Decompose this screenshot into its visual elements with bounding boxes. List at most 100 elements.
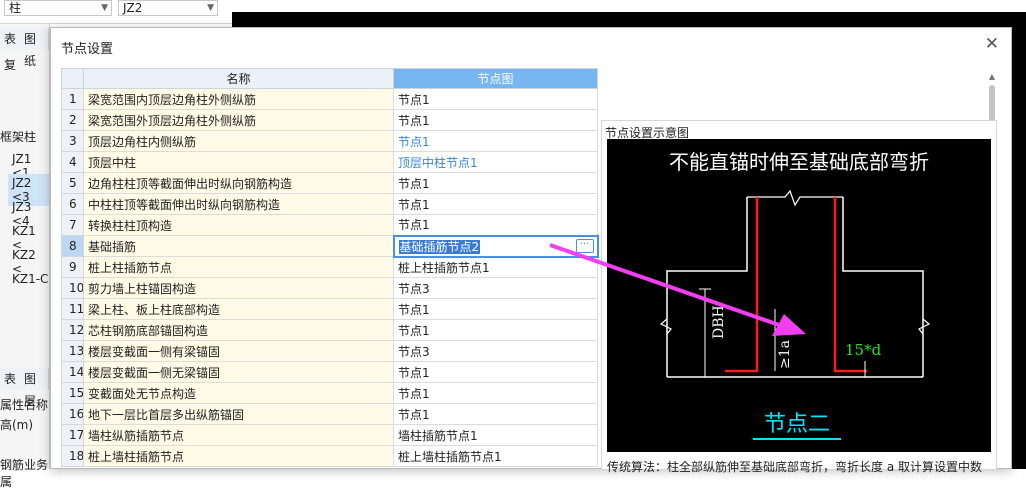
tab-drawing[interactable]: 图纸: [20, 28, 49, 68]
row-node-value[interactable]: 节点1: [393, 172, 598, 194]
row-name[interactable]: 中柱柱顶等截面伸出时纵向钢筋构造: [83, 193, 394, 215]
row-index[interactable]: 10: [61, 277, 84, 299]
left-break-mark: [659, 318, 672, 335]
table-row[interactable]: 18 桩上墙柱插筋节点 桩上墙柱插筋节点1: [61, 445, 598, 467]
row-node-value[interactable]: 节点1: [393, 382, 598, 404]
row-name[interactable]: 梁宽范围内顶层边角柱外侧纵筋: [83, 88, 394, 110]
tab-properties[interactable]: 表: [0, 368, 22, 390]
row-name[interactable]: 梁宽范围外顶层边角柱外侧纵筋: [83, 109, 394, 131]
column-header-node[interactable]: 节点图: [393, 68, 598, 89]
table-row[interactable]: 16 地下一层比首层多出纵筋锚固 节点1: [61, 403, 598, 425]
row-name[interactable]: 墙柱纵筋插筋节点: [83, 424, 394, 446]
row-name[interactable]: 变截面处无节点构造: [83, 382, 394, 404]
row-index[interactable]: 13: [61, 340, 84, 362]
row-index[interactable]: 9: [61, 256, 84, 278]
ellipsis-button[interactable]: ···: [575, 238, 594, 253]
component-name-combo[interactable]: JZ2 ▼: [118, 0, 218, 16]
row-name[interactable]: 芯柱钢筋底部锚固构造: [83, 319, 394, 341]
component-type-combo[interactable]: 柱 ▼: [4, 0, 112, 16]
row-name[interactable]: 顶层中柱: [83, 151, 394, 173]
tree-group-frame-column[interactable]: 框架柱: [0, 128, 36, 145]
row-index[interactable]: 7: [61, 214, 84, 236]
row-node-value[interactable]: 节点1: [393, 88, 598, 110]
table-row[interactable]: 1 梁宽范围内顶层边角柱外侧纵筋 节点1: [61, 88, 598, 110]
left-panel: 表 图纸 复 框架柱 JZ1 <1 JZ2 <3 JZ3 <4 KZ1 < KZ…: [0, 24, 50, 489]
row-node-value[interactable]: 节点1: [393, 298, 598, 320]
row-name[interactable]: 桩上墙柱插筋节点: [83, 445, 394, 467]
node-settings-table: 名称 节点图 1 梁宽范围内顶层边角柱外侧纵筋 节点1 2 梁宽范围外顶层边角柱外侧纵筋…: [61, 68, 599, 467]
table-row[interactable]: 2 梁宽范围外顶层边角柱外侧纵筋 节点1: [61, 109, 598, 131]
row-name[interactable]: 基础插筋: [83, 235, 394, 257]
row-index[interactable]: 2: [61, 109, 84, 131]
row-node-value[interactable]: 节点1: [393, 214, 598, 236]
table-row[interactable]: 13 楼层变截面一侧有梁锚固 节点3: [61, 340, 598, 362]
tab-table[interactable]: 表: [0, 28, 22, 50]
tree-item[interactable]: KZ1-C: [12, 272, 48, 286]
column-break-mark: [747, 189, 843, 207]
row-name[interactable]: 梁上柱、板上柱底部构造: [83, 298, 394, 320]
component-type-value: 柱: [9, 1, 22, 15]
table-row[interactable]: 9 桩上柱插筋节点 桩上柱插筋节点1: [61, 256, 598, 278]
row-name[interactable]: 楼层变截面一侧无梁锚固: [83, 361, 394, 383]
row-node-value[interactable]: 节点1: [393, 130, 598, 152]
diagram-title: 不能直锚时伸至基础底部弯折: [669, 150, 929, 174]
table-row[interactable]: 8 基础插筋 基础插筋节点2 ···: [61, 234, 599, 258]
row-node-cell[interactable]: 基础插筋节点2 ···: [392, 234, 599, 258]
row-node-value[interactable]: 桩上墙柱插筋节点1: [393, 445, 598, 467]
table-row[interactable]: 10 剪力墙上柱锚固构造 节点3: [61, 277, 598, 299]
dbh-label: DBH: [711, 305, 727, 339]
row-name[interactable]: 楼层变截面一侧有梁锚固: [83, 340, 394, 362]
row-name[interactable]: 顶层边角柱内侧纵筋: [83, 130, 394, 152]
row-node-value[interactable]: 节点1: [393, 403, 598, 425]
row-index[interactable]: 1: [61, 88, 84, 110]
row-index[interactable]: 14: [61, 361, 84, 383]
table-row[interactable]: 5 边角柱柱顶等截面伸出时纵向钢筋构造 节点1: [61, 172, 598, 194]
row-index[interactable]: 15: [61, 382, 84, 404]
row-index[interactable]: 6: [61, 193, 84, 215]
row-index[interactable]: 16: [61, 403, 84, 425]
table-row[interactable]: 6 中柱柱顶等截面伸出时纵向钢筋构造 节点1: [61, 193, 598, 215]
node-caption: 节点二: [764, 412, 830, 437]
row-index[interactable]: 18: [61, 445, 84, 467]
table-row[interactable]: 15 变截面处无节点构造 节点1: [61, 382, 598, 404]
row-node-value[interactable]: 节点1: [393, 193, 598, 215]
row-node-value[interactable]: 墙柱插筋节点1: [393, 424, 598, 446]
table-row[interactable]: 17 墙柱纵筋插筋节点 墙柱插筋节点1: [61, 424, 598, 446]
row-index[interactable]: 5: [61, 172, 84, 194]
row-index[interactable]: 11: [61, 298, 84, 320]
row-node-value[interactable]: 节点3: [393, 340, 598, 362]
preview-description: 传统算法：柱全部纵筋伸至基础底部弯折，弯折长度 a 取计算设置中数: [607, 460, 982, 474]
row-name[interactable]: 边角柱柱顶等截面伸出时纵向钢筋构造: [83, 172, 394, 194]
row-index[interactable]: 3: [61, 130, 84, 152]
drawing-canvas-edge[interactable]: [1012, 12, 1026, 469]
table-row[interactable]: 4 顶层中柱 顶层中柱节点1: [61, 151, 598, 173]
row-node-value[interactable]: 节点1: [393, 109, 598, 131]
row-node-value[interactable]: 节点1: [393, 319, 598, 341]
row-index[interactable]: 4: [61, 151, 84, 173]
prop-rebar-label: 钢筋业务属: [0, 458, 49, 489]
copy-tool[interactable]: 复: [4, 56, 16, 73]
row-index[interactable]: 12: [61, 319, 84, 341]
row-name[interactable]: 转换柱柱顶构造: [83, 214, 394, 236]
table-row[interactable]: 3 顶层边角柱内侧纵筋 节点1: [61, 130, 598, 152]
row-node-value[interactable]: 基础插筋节点2: [398, 239, 481, 254]
table-row[interactable]: 7 转换柱柱顶构造 节点1: [61, 214, 598, 236]
row-index[interactable]: 17: [61, 424, 84, 446]
scroll-thumb[interactable]: [989, 85, 995, 121]
row-node-value[interactable]: 桩上柱插筋节点1: [393, 256, 598, 278]
row-name[interactable]: 桩上柱插筋节点: [83, 256, 394, 278]
table-row[interactable]: 14 楼层变截面一侧无梁锚固 节点1: [61, 361, 598, 383]
row-node-value[interactable]: 节点3: [393, 277, 598, 299]
scroll-up-icon[interactable]: ▲: [986, 72, 998, 81]
tab-layers[interactable]: 图层: [20, 368, 49, 408]
table-row[interactable]: 12 芯柱钢筋底部锚固构造 节点1: [61, 319, 598, 341]
prop-height-label: 高(m): [0, 418, 34, 432]
row-node-value[interactable]: 节点1: [393, 361, 598, 383]
table-row[interactable]: 11 梁上柱、板上柱底部构造 节点1: [61, 298, 598, 320]
row-name[interactable]: 剪力墙上柱锚固构造: [83, 277, 394, 299]
column-header-name[interactable]: 名称: [83, 68, 394, 89]
close-icon[interactable]: ✕: [985, 36, 999, 53]
row-index[interactable]: 8: [61, 235, 84, 257]
row-name[interactable]: 地下一层比首层多出纵筋锚固: [83, 403, 394, 425]
row-node-value[interactable]: 顶层中柱节点1: [393, 151, 598, 173]
